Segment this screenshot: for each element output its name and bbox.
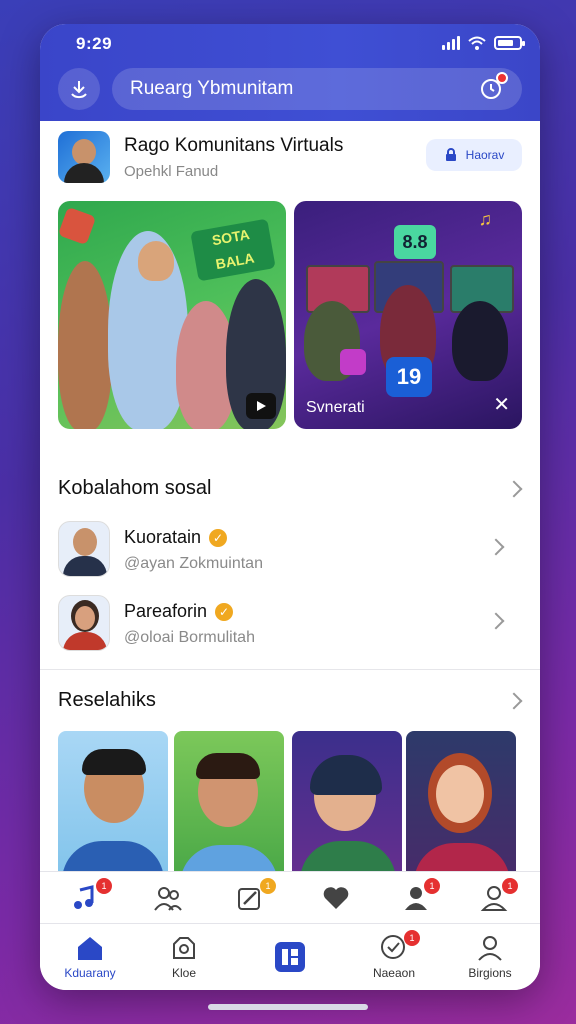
decor-block bbox=[58, 206, 97, 246]
tab-music[interactable]: 1 bbox=[54, 872, 114, 923]
profile-icon bbox=[478, 936, 502, 961]
follow-button[interactable]: Haorav bbox=[426, 139, 522, 171]
tab-badge: 1 bbox=[404, 930, 420, 946]
social-section-title: Kobalahom sosal bbox=[58, 477, 212, 499]
camera-icon bbox=[173, 937, 195, 959]
reel-card[interactable] bbox=[292, 731, 402, 891]
music-note-icon: ♫ bbox=[478, 209, 493, 229]
status-bar: 9:29 bbox=[40, 24, 540, 64]
close-icon[interactable]: ✕ bbox=[493, 392, 510, 417]
search-field[interactable]: Ruearg Ybmunitam bbox=[112, 68, 522, 110]
notification-button[interactable] bbox=[476, 72, 508, 104]
tab-apps[interactable] bbox=[260, 924, 320, 990]
music-icon bbox=[74, 884, 94, 909]
item-handle: @ayan Zokmuintan bbox=[124, 555, 263, 572]
notification-badge bbox=[496, 72, 508, 84]
list-item[interactable]: Pareaforin ✓ @oloai Bormulitah bbox=[58, 595, 522, 655]
lock-icon bbox=[445, 148, 456, 161]
tab-badge: 1 bbox=[96, 878, 112, 894]
chevron-right-icon[interactable] bbox=[487, 612, 505, 630]
tab-account[interactable]: 1 bbox=[464, 872, 524, 923]
tab-camera[interactable]: Kloe bbox=[154, 924, 214, 990]
wifi-icon bbox=[468, 36, 486, 50]
community-header: Rago Komunitans Virtuals Opehkl Fanud Ha… bbox=[58, 131, 522, 187]
follow-label: Haorav bbox=[465, 148, 505, 162]
tab-contacts[interactable]: 1 bbox=[386, 872, 446, 923]
verified-icon: ✓ bbox=[209, 528, 228, 547]
download-icon bbox=[71, 81, 87, 99]
reel-card[interactable] bbox=[174, 731, 284, 891]
avatar bbox=[58, 595, 110, 651]
tab-messages[interactable]: 1 Naeaon bbox=[364, 924, 424, 990]
tab-edit[interactable]: 1 bbox=[220, 872, 280, 923]
tab-badge: 1 bbox=[424, 878, 440, 894]
tab-badge: 1 bbox=[502, 878, 518, 894]
main-content: Rago Komunitans Virtuals Opehkl Fanud Ha… bbox=[40, 121, 540, 891]
divider bbox=[40, 669, 540, 670]
tab-label: Birgions bbox=[468, 966, 512, 980]
family-photo-card[interactable]: SOTA BALA bbox=[58, 201, 286, 429]
status-time: 9:29 bbox=[76, 34, 113, 53]
tab-home[interactable]: Kduarany bbox=[58, 924, 122, 990]
item-name: Pareaforin bbox=[124, 601, 208, 621]
verified-icon: ✓ bbox=[215, 602, 234, 621]
play-icon[interactable] bbox=[246, 393, 276, 419]
home-indicator[interactable] bbox=[208, 1004, 368, 1010]
people-icon bbox=[154, 886, 182, 911]
card-caption: Svnerati bbox=[306, 399, 365, 416]
score-display: 8.8 bbox=[394, 225, 436, 259]
battery-level bbox=[498, 40, 513, 46]
item-name: Kuoratain bbox=[124, 527, 202, 547]
reel-card[interactable] bbox=[406, 731, 516, 891]
media-row: SOTA BALA 8.8 19 Svnerati ✕ ♫ bbox=[58, 201, 522, 429]
game-show-card[interactable]: 8.8 19 Svnerati ✕ ♫ bbox=[294, 201, 522, 429]
tab-badge: 1 bbox=[260, 878, 276, 894]
number-tile: 19 bbox=[386, 357, 432, 397]
chevron-right-icon[interactable] bbox=[505, 692, 523, 710]
top-app-bar: 9:29 Ruearg Ybmunitam bbox=[40, 24, 540, 121]
chevron-right-icon[interactable] bbox=[487, 538, 505, 556]
item-name-row: Pareaforin ✓ bbox=[124, 601, 234, 622]
avatar bbox=[58, 521, 110, 577]
sign-board: SOTA BALA bbox=[190, 218, 276, 282]
chevron-right-icon[interactable] bbox=[505, 480, 523, 498]
secondary-tab-bar: 1 1 1 1 bbox=[40, 871, 540, 923]
phone-screen: 9:29 Ruearg Ybmunitam Rago Komunitans Vi… bbox=[40, 24, 540, 990]
reel-row bbox=[58, 731, 522, 891]
search-text: Ruearg Ybmunitam bbox=[130, 78, 294, 99]
home-icon bbox=[78, 937, 102, 960]
status-icons bbox=[442, 36, 525, 50]
item-name-row: Kuoratain ✓ bbox=[124, 527, 228, 548]
community-subtitle: Opehkl Fanud bbox=[124, 163, 219, 180]
bottom-nav: Kduarany Kloe 1 Naeaon Birgions bbox=[40, 923, 540, 990]
heart-icon bbox=[323, 886, 349, 909]
back-button[interactable] bbox=[58, 68, 100, 110]
community-avatar[interactable] bbox=[58, 131, 110, 183]
list-item[interactable]: Kuoratain ✓ @ayan Zokmuintan bbox=[58, 521, 522, 581]
reels-section-title: Reselahiks bbox=[58, 689, 156, 711]
tab-profile[interactable]: Birgions bbox=[460, 924, 520, 990]
reel-card[interactable] bbox=[58, 731, 168, 891]
tab-favorites[interactable] bbox=[306, 872, 366, 923]
game-tile bbox=[340, 349, 366, 375]
tab-people[interactable] bbox=[138, 872, 198, 923]
signal-icon bbox=[442, 36, 460, 50]
tab-label: Kloe bbox=[171, 966, 197, 980]
battery-icon bbox=[494, 36, 525, 50]
tab-label: Naeaon bbox=[372, 966, 416, 980]
community-title: Rago Komunitans Virtuals bbox=[124, 135, 344, 156]
item-handle: @oloai Bormulitah bbox=[124, 629, 255, 646]
app-icon bbox=[275, 942, 305, 972]
tab-label: Kduarany bbox=[64, 966, 116, 980]
